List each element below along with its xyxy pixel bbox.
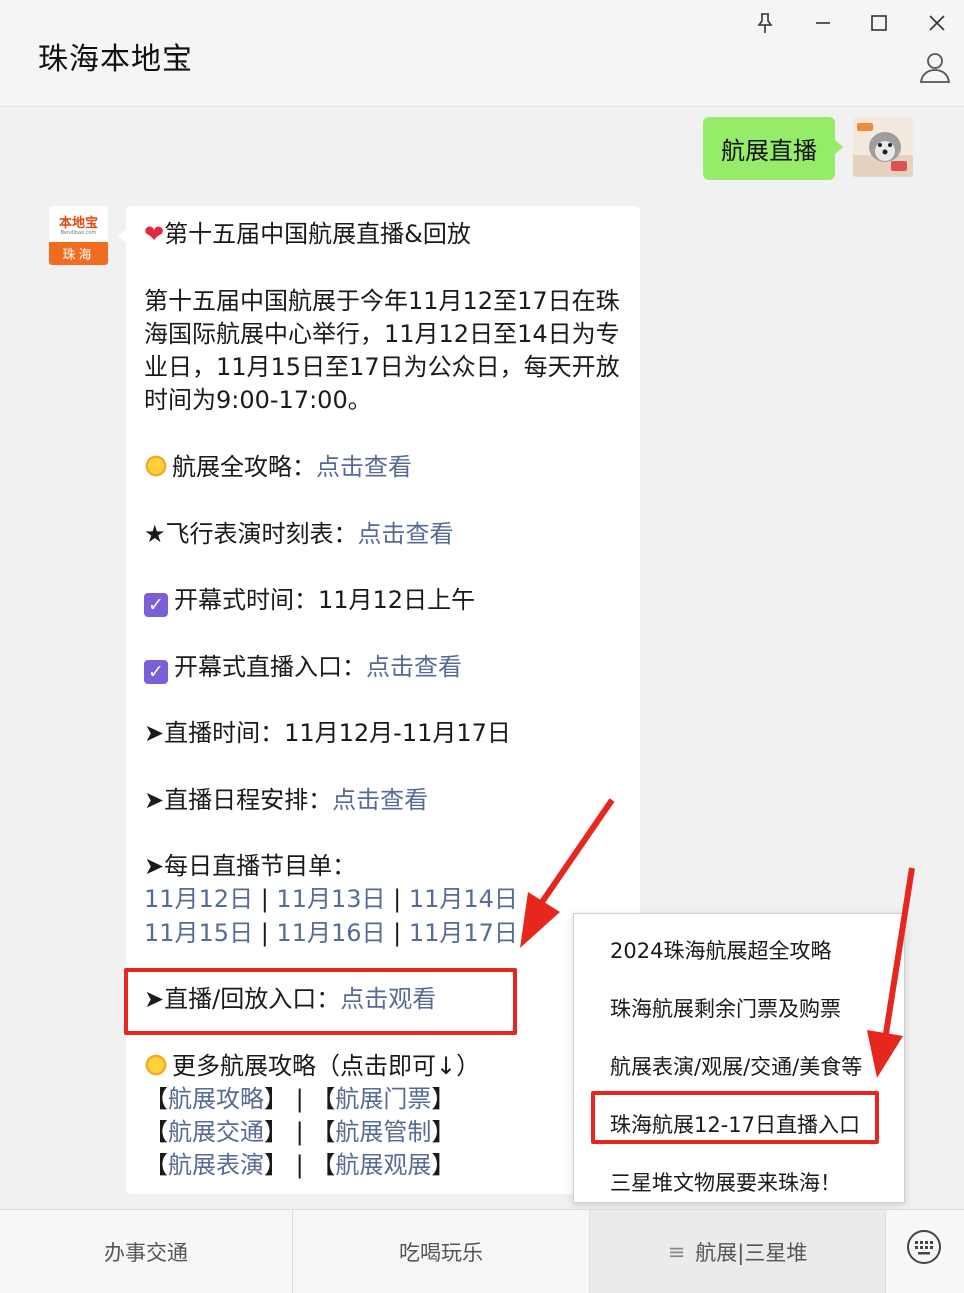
bottom-tab-food[interactable]: 吃喝玩乐 [293, 1210, 590, 1293]
keyboard-icon[interactable] [905, 1228, 943, 1266]
bottom-menu-bar: 办事交通 吃喝玩乐 ≡ 航展|三星堆 [0, 1209, 964, 1293]
annotation-arrows [520, 798, 915, 1078]
bottom-tab-affairs[interactable]: 办事交通 [0, 1210, 293, 1293]
menu-icon: ≡ [667, 1240, 686, 1264]
bottom-tab-airshow-label: 航展|三星堆 [695, 1241, 808, 1265]
bottom-tab-airshow[interactable]: ≡ 航展|三星堆 [590, 1210, 886, 1293]
